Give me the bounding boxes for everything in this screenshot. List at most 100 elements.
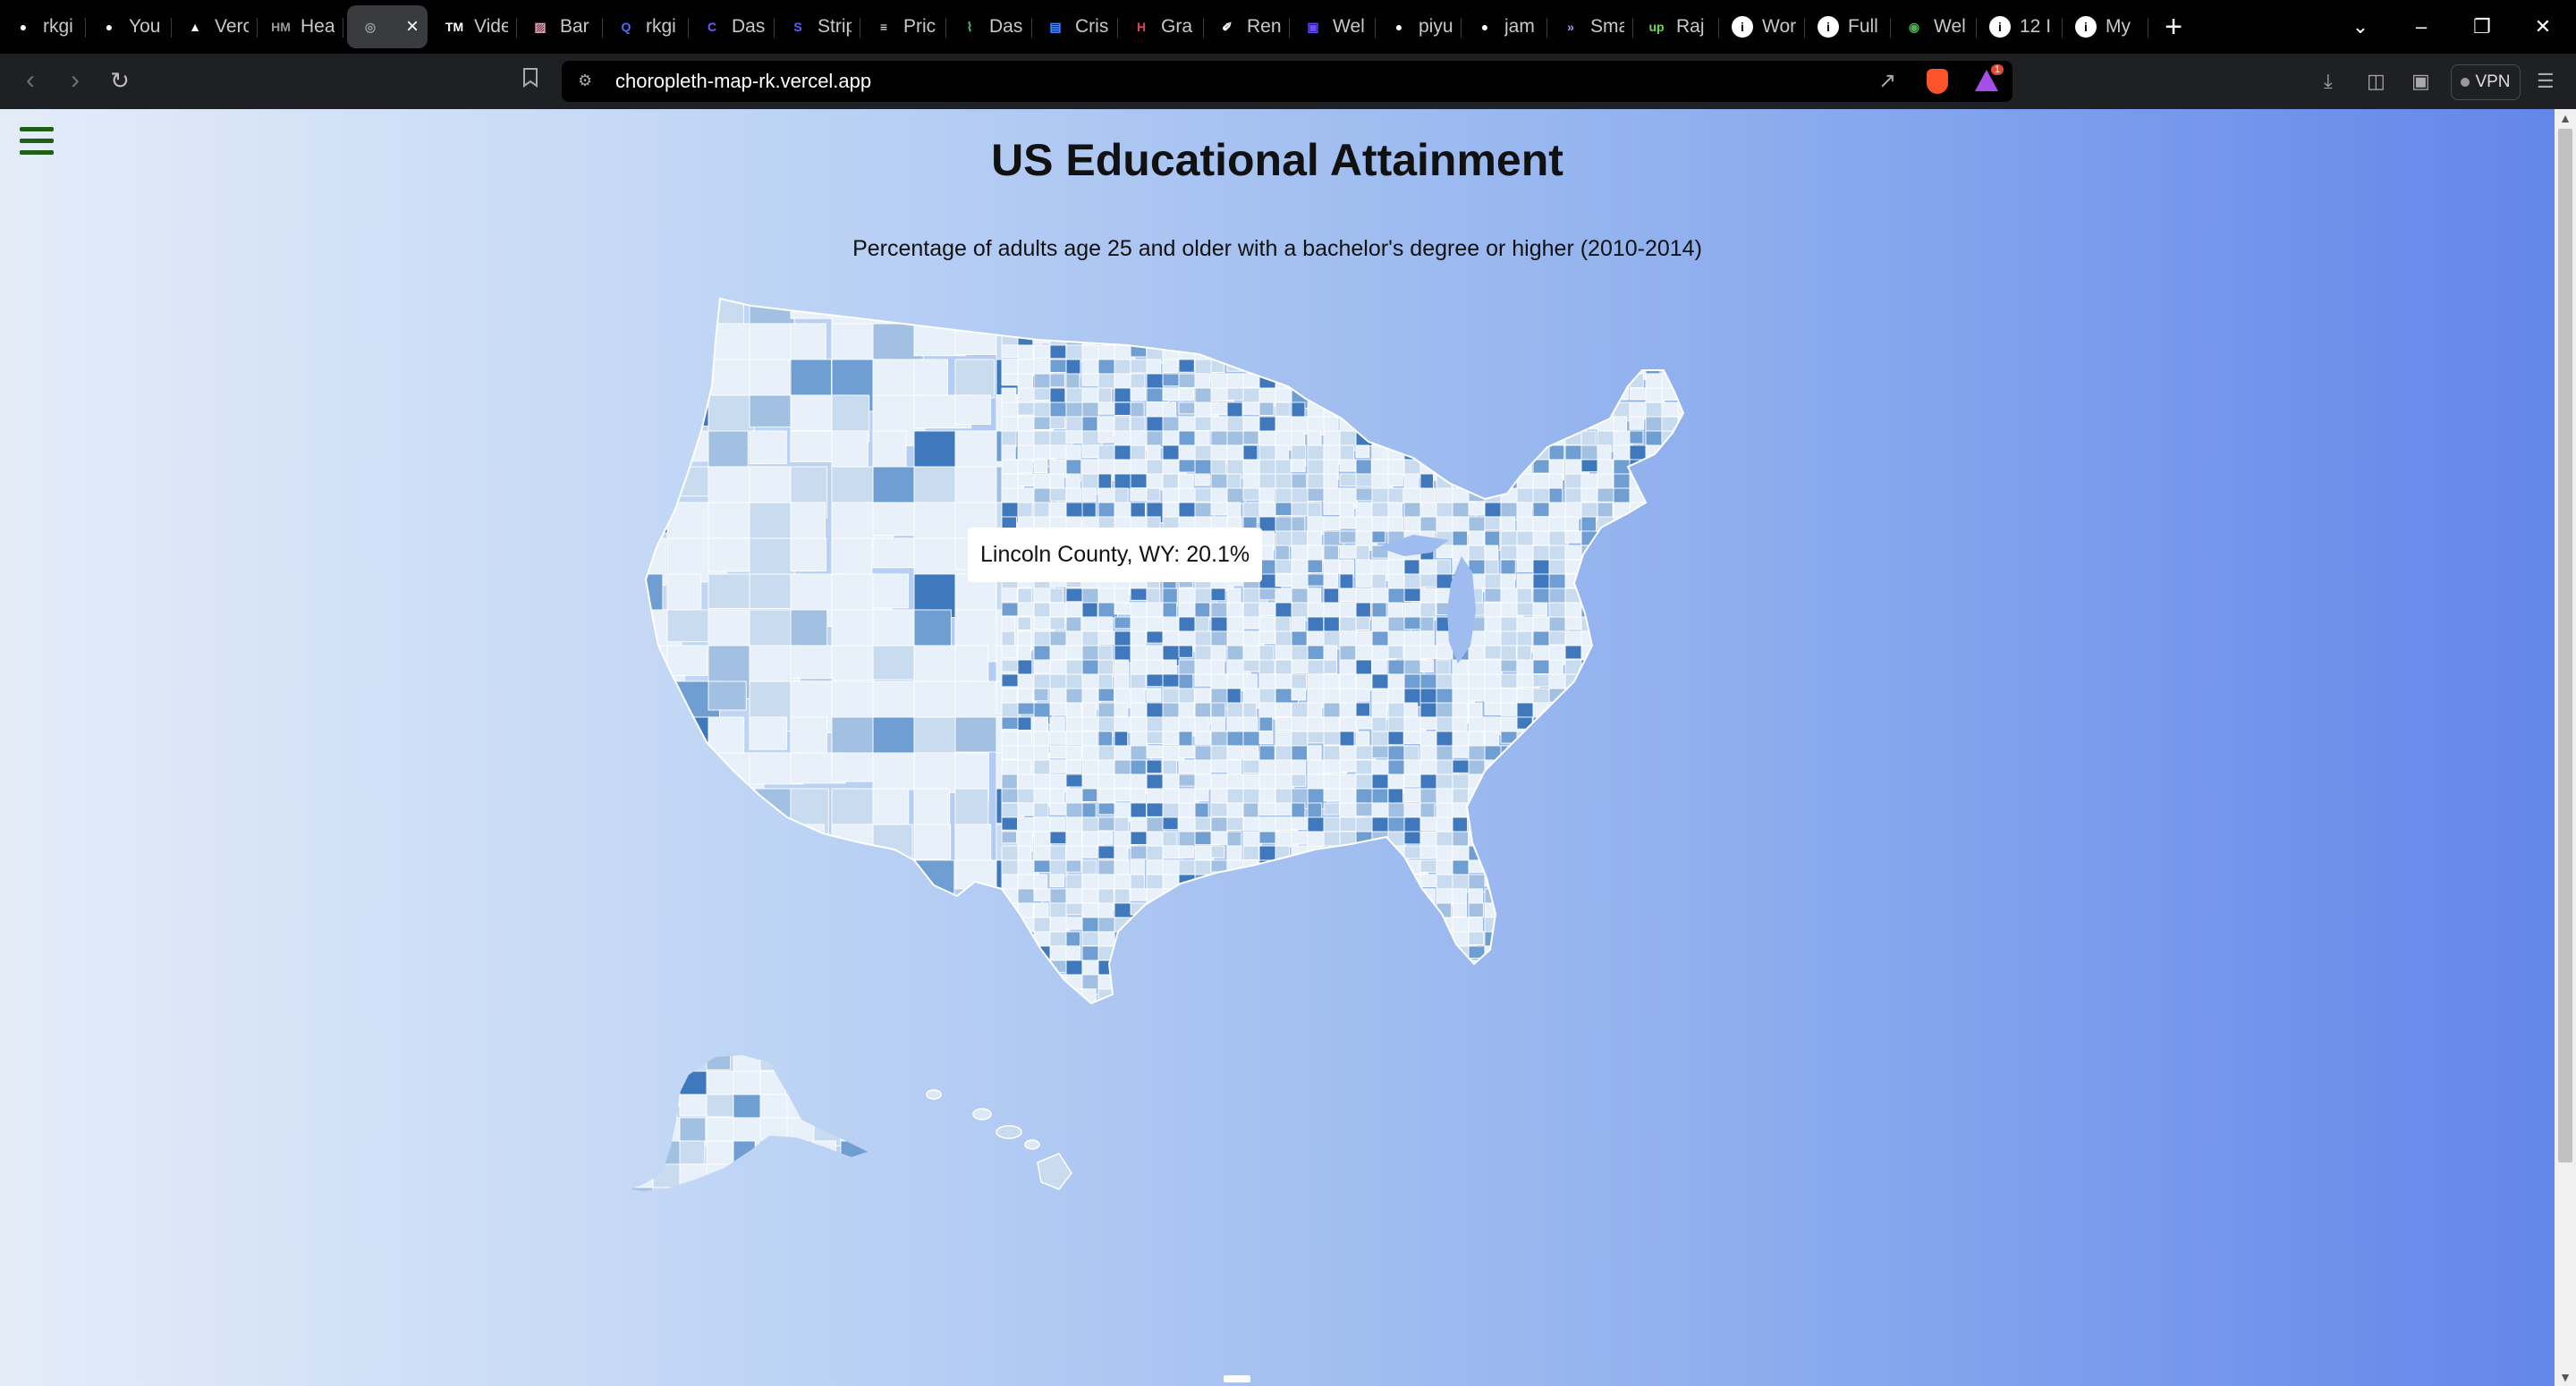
tab-label: Ren — [1247, 16, 1281, 37]
download-icon[interactable]: ⤓ — [2324, 61, 2333, 102]
c-icon: C — [707, 20, 717, 34]
info-icon: i — [1732, 16, 1753, 38]
wallet-icon[interactable]: ▣ — [2411, 61, 2430, 102]
tab-label: Wel — [1934, 16, 1966, 37]
browser-tab[interactable]: ● You — [86, 5, 172, 48]
browser-tab[interactable]: ◉ Wel — [1891, 5, 1977, 48]
restore-button[interactable]: ❐ — [2451, 0, 2513, 54]
browser-tab[interactable]: C Dasl — [689, 5, 775, 48]
tab-label: Strip — [818, 16, 852, 37]
tab-label: piyu — [1419, 16, 1453, 37]
h-icon: H — [1136, 20, 1147, 34]
tab-label: Sma — [1590, 16, 1624, 37]
tab-strip: ● rkgi ● You ▲ Verc HM Hea ◎ × TM Vide ▨ Bar Qrkgi C Das… — [0, 0, 2576, 54]
browser-tab[interactable]: H Gra — [1118, 5, 1204, 48]
tab-label: Verc — [215, 16, 249, 37]
forward-button[interactable]: › — [57, 63, 93, 98]
browser-tab[interactable]: » Sma — [1547, 5, 1633, 48]
notification-badge: 1 — [1991, 64, 2004, 75]
url-text[interactable]: choropleth-map-rk.vercel.app — [615, 70, 871, 93]
browser-tab[interactable]: HM Hea — [258, 5, 343, 48]
browser-tab[interactable]: ● piyu — [1376, 5, 1462, 48]
browser-tab[interactable]: ▲ Verc — [172, 5, 258, 48]
tab-label: Dasl — [732, 16, 766, 37]
tab-label: Dasl — [989, 16, 1023, 37]
horizontal-scroll-indicator[interactable] — [1224, 1375, 1250, 1382]
page-title: US Educational Attainment — [991, 135, 1563, 185]
browser-tab[interactable]: ● jam — [1462, 5, 1547, 48]
browser-tab[interactable]: TM Vide — [431, 5, 517, 48]
sidebar-icon[interactable]: ◫ — [2367, 61, 2385, 102]
browser-tab[interactable]: ◎ × — [347, 5, 428, 48]
browser-tab[interactable]: ▨ Bar — [517, 5, 603, 48]
hawaii-counties[interactable] — [926, 1089, 1072, 1190]
browser-tab[interactable]: Qrkgi — [603, 5, 689, 48]
vpn-label: VPN — [2475, 72, 2511, 91]
browser-tab[interactable]: i Wor — [1719, 5, 1805, 48]
browser-tab[interactable]: S Strip — [775, 5, 860, 48]
search-icon: Q — [621, 20, 631, 34]
browser-tab[interactable]: ⌇ Dasl — [946, 5, 1032, 48]
browser-toolbar: ‹ › ↻ ⚙ choropleth-map-rk.vercel.app ↗ 1… — [0, 54, 2576, 109]
browser-tab[interactable]: i 12 I — [1977, 5, 2063, 48]
tab-label: Vide — [474, 16, 508, 37]
close-tab-icon[interactable]: × — [406, 14, 419, 39]
info-icon: i — [1989, 16, 2011, 38]
alaska-counties[interactable] — [626, 1048, 907, 1209]
site-settings-icon[interactable]: ⚙ — [578, 72, 592, 90]
stripe-icon: S — [793, 20, 802, 34]
web-icon: ▣ — [1307, 19, 1319, 34]
tab-label: 12 I — [2020, 16, 2052, 37]
tm-icon: TM — [445, 20, 464, 34]
chevrons-icon: » — [1567, 20, 1574, 34]
share-icon[interactable]: ↗ — [1878, 68, 1896, 94]
chrome-icon: ◉ — [1908, 19, 1920, 34]
tab-label: Pric — [903, 16, 936, 37]
page-description: Percentage of adults age 25 and older wi… — [852, 236, 1702, 261]
tab-label: Hea — [301, 16, 335, 37]
github-icon: ● — [105, 20, 114, 34]
minimize-button[interactable]: – — [2390, 0, 2453, 54]
new-tab-button[interactable]: + — [2148, 10, 2199, 45]
scrollbar-thumb[interactable] — [2558, 129, 2572, 1162]
bars-icon: ≡ — [879, 20, 888, 34]
tab-label: You — [129, 16, 161, 37]
tab-label: Full — [1848, 16, 1878, 37]
us-county-choropleth-map[interactable] — [626, 288, 1914, 1209]
back-button[interactable]: ‹ — [13, 63, 48, 98]
scroll-down-arrow[interactable]: ▼ — [2558, 1370, 2572, 1384]
vertical-scrollbar[interactable]: ▲ ▼ — [2555, 109, 2576, 1386]
browser-tab[interactable]: i Full — [1805, 5, 1891, 48]
tab-label: Raj — [1676, 16, 1705, 37]
browser-tab[interactable]: up Raj — [1633, 5, 1719, 48]
browser-tab[interactable]: ✐ Ren — [1204, 5, 1290, 48]
browser-tab[interactable]: ≡ Pric — [860, 5, 946, 48]
tab-search-chevron[interactable]: ⌄ — [2329, 0, 2392, 54]
browser-tab[interactable]: ▣ Wel — [1290, 5, 1376, 48]
address-bar[interactable]: ⚙ choropleth-map-rk.vercel.app ↗ 1 — [562, 61, 2012, 102]
brave-shield-icon[interactable] — [1927, 69, 1948, 94]
chart-icon: ▨ — [534, 19, 547, 34]
page-content: US Educational Attainment Percentage of … — [0, 109, 2555, 1386]
browser-tab[interactable]: ● rkgi — [0, 5, 86, 48]
contiguous-us-counties[interactable] — [626, 288, 1718, 1052]
reload-button[interactable]: ↻ — [102, 63, 138, 98]
info-icon: i — [1818, 16, 1839, 38]
tab-label: My — [2106, 16, 2131, 37]
tab-label: rkgi — [43, 16, 73, 37]
close-window-button[interactable]: ✕ — [2512, 0, 2574, 54]
county-tooltip: Lincoln County, WY: 20.1% — [968, 528, 1263, 582]
upwork-icon: up — [1648, 20, 1665, 34]
tab-label: jam — [1504, 16, 1535, 37]
doc-icon: ▤ — [1049, 19, 1062, 34]
pulse-icon: ⌇ — [966, 19, 973, 34]
vpn-button[interactable]: VPN — [2451, 64, 2521, 100]
browser-tab[interactable]: i My — [2063, 5, 2148, 48]
bookmark-icon[interactable] — [522, 61, 538, 102]
vercel-icon: ▲ — [189, 20, 201, 34]
scroll-up-arrow[interactable]: ▲ — [2558, 111, 2572, 125]
menu-icon[interactable]: ☰ — [2537, 61, 2555, 102]
info-icon: i — [2075, 16, 2097, 38]
globe-icon: ◎ — [364, 19, 377, 34]
browser-tab[interactable]: ▤ Cris — [1032, 5, 1118, 48]
